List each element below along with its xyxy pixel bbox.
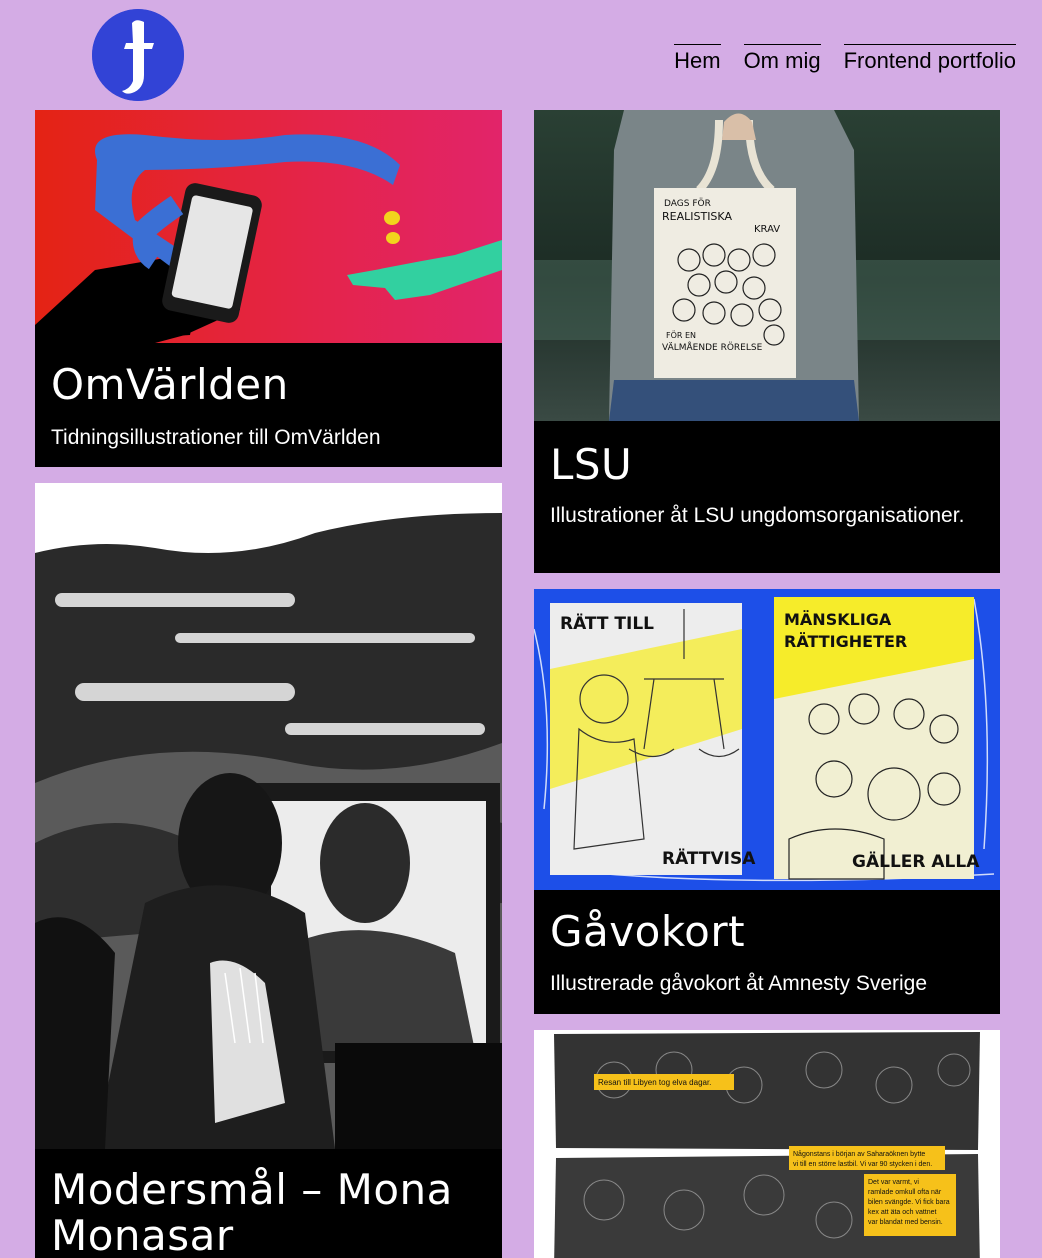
- project-card-modersmal[interactable]: Modersmål – Mona Monasar: [35, 483, 502, 1258]
- project-title: OmVärlden: [51, 360, 289, 409]
- project-card-gavokort[interactable]: RÄTT TILL RÄTTVISA MÄNSKLIGA RÄTTIGHETER…: [534, 589, 1000, 1014]
- card-title-text: RÄTT TILL: [560, 612, 654, 634]
- tote-bag-photo: DAGS FÖR REALISTISKA KRAV FÖR EN VÄLMÅEN…: [534, 110, 1000, 421]
- project-description: Illustrationer åt LSU ungdomsorganisatio…: [550, 504, 965, 527]
- svg-text:Någonstans i början av Saharaö: Någonstans i början av Saharaöknen bytte: [793, 1150, 925, 1158]
- phone-hands-illustration: [35, 110, 502, 343]
- nav-link-home[interactable]: Hem: [674, 44, 721, 75]
- tote-text: DAGS FÖR: [664, 198, 711, 209]
- svg-text:FÖR EN: FÖR EN: [666, 330, 696, 340]
- comic-caption: Resan till Libyen tog elva dagar.: [598, 1078, 711, 1087]
- svg-text:GÄLLER ALLA: GÄLLER ALLA: [852, 850, 980, 872]
- svg-text:KRAV: KRAV: [754, 224, 780, 235]
- portfolio-page: Hem Om mig Frontend portfolio OmVärlden …: [0, 0, 1042, 1258]
- svg-text:RÄTTVISA: RÄTTVISA: [662, 847, 756, 869]
- logo-icon[interactable]: [92, 9, 184, 101]
- svg-text:REALISTISKA: REALISTISKA: [662, 210, 732, 223]
- svg-text:Det var varmt, vi: Det var varmt, vi: [868, 1179, 919, 1186]
- nav-link-about[interactable]: Om mig: [743, 44, 821, 75]
- svg-text:bilen svängde. Vi fick bara: bilen svängde. Vi fick bara: [868, 1199, 950, 1206]
- nav-link-frontend-portfolio[interactable]: Frontend portfolio: [843, 44, 1016, 75]
- project-card-lsu[interactable]: DAGS FÖR REALISTISKA KRAV FÖR EN VÄLMÅEN…: [534, 110, 1000, 573]
- project-title: Modersmål – Mona Monasar: [51, 1165, 453, 1258]
- project-description: Illustrerade gåvokort åt Amnesty Sverige: [550, 972, 928, 995]
- svg-text:MÄNSKLIGA: MÄNSKLIGA: [784, 610, 892, 629]
- gift-cards-illustration: RÄTT TILL RÄTTVISA MÄNSKLIGA RÄTTIGHETER…: [534, 589, 1000, 890]
- svg-text:RÄTTIGHETER: RÄTTIGHETER: [784, 632, 907, 651]
- mirror-portrait-illustration: [35, 483, 502, 1149]
- project-title: Gåvokort: [550, 907, 746, 956]
- svg-text:vi till en större lastbil. Vi: vi till en större lastbil. Vi var 90 sty…: [793, 1161, 932, 1168]
- project-card-omvarlden[interactable]: OmVärlden Tidningsillustrationer till Om…: [35, 110, 502, 467]
- main-nav: Hem Om mig Frontend portfolio: [651, 44, 1016, 75]
- project-card-comic[interactable]: Resan till Libyen tog elva dagar. Någons…: [534, 1030, 1000, 1258]
- project-description: Tidningsillustrationer till OmVärlden: [51, 426, 381, 449]
- project-title: LSU: [550, 440, 633, 489]
- svg-text:kex att äta och vattnet: kex att äta och vattnet: [868, 1209, 937, 1216]
- svg-text:VÄLMÅENDE RÖRELSE: VÄLMÅENDE RÖRELSE: [662, 341, 763, 353]
- logo-letter-j: [92, 9, 184, 101]
- svg-text:var blandat med bensin.: var blandat med bensin.: [868, 1219, 943, 1226]
- svg-text:ramlade omkull ofta när: ramlade omkull ofta när: [868, 1189, 942, 1196]
- comic-strip-illustration: Resan till Libyen tog elva dagar. Någons…: [534, 1030, 1000, 1258]
